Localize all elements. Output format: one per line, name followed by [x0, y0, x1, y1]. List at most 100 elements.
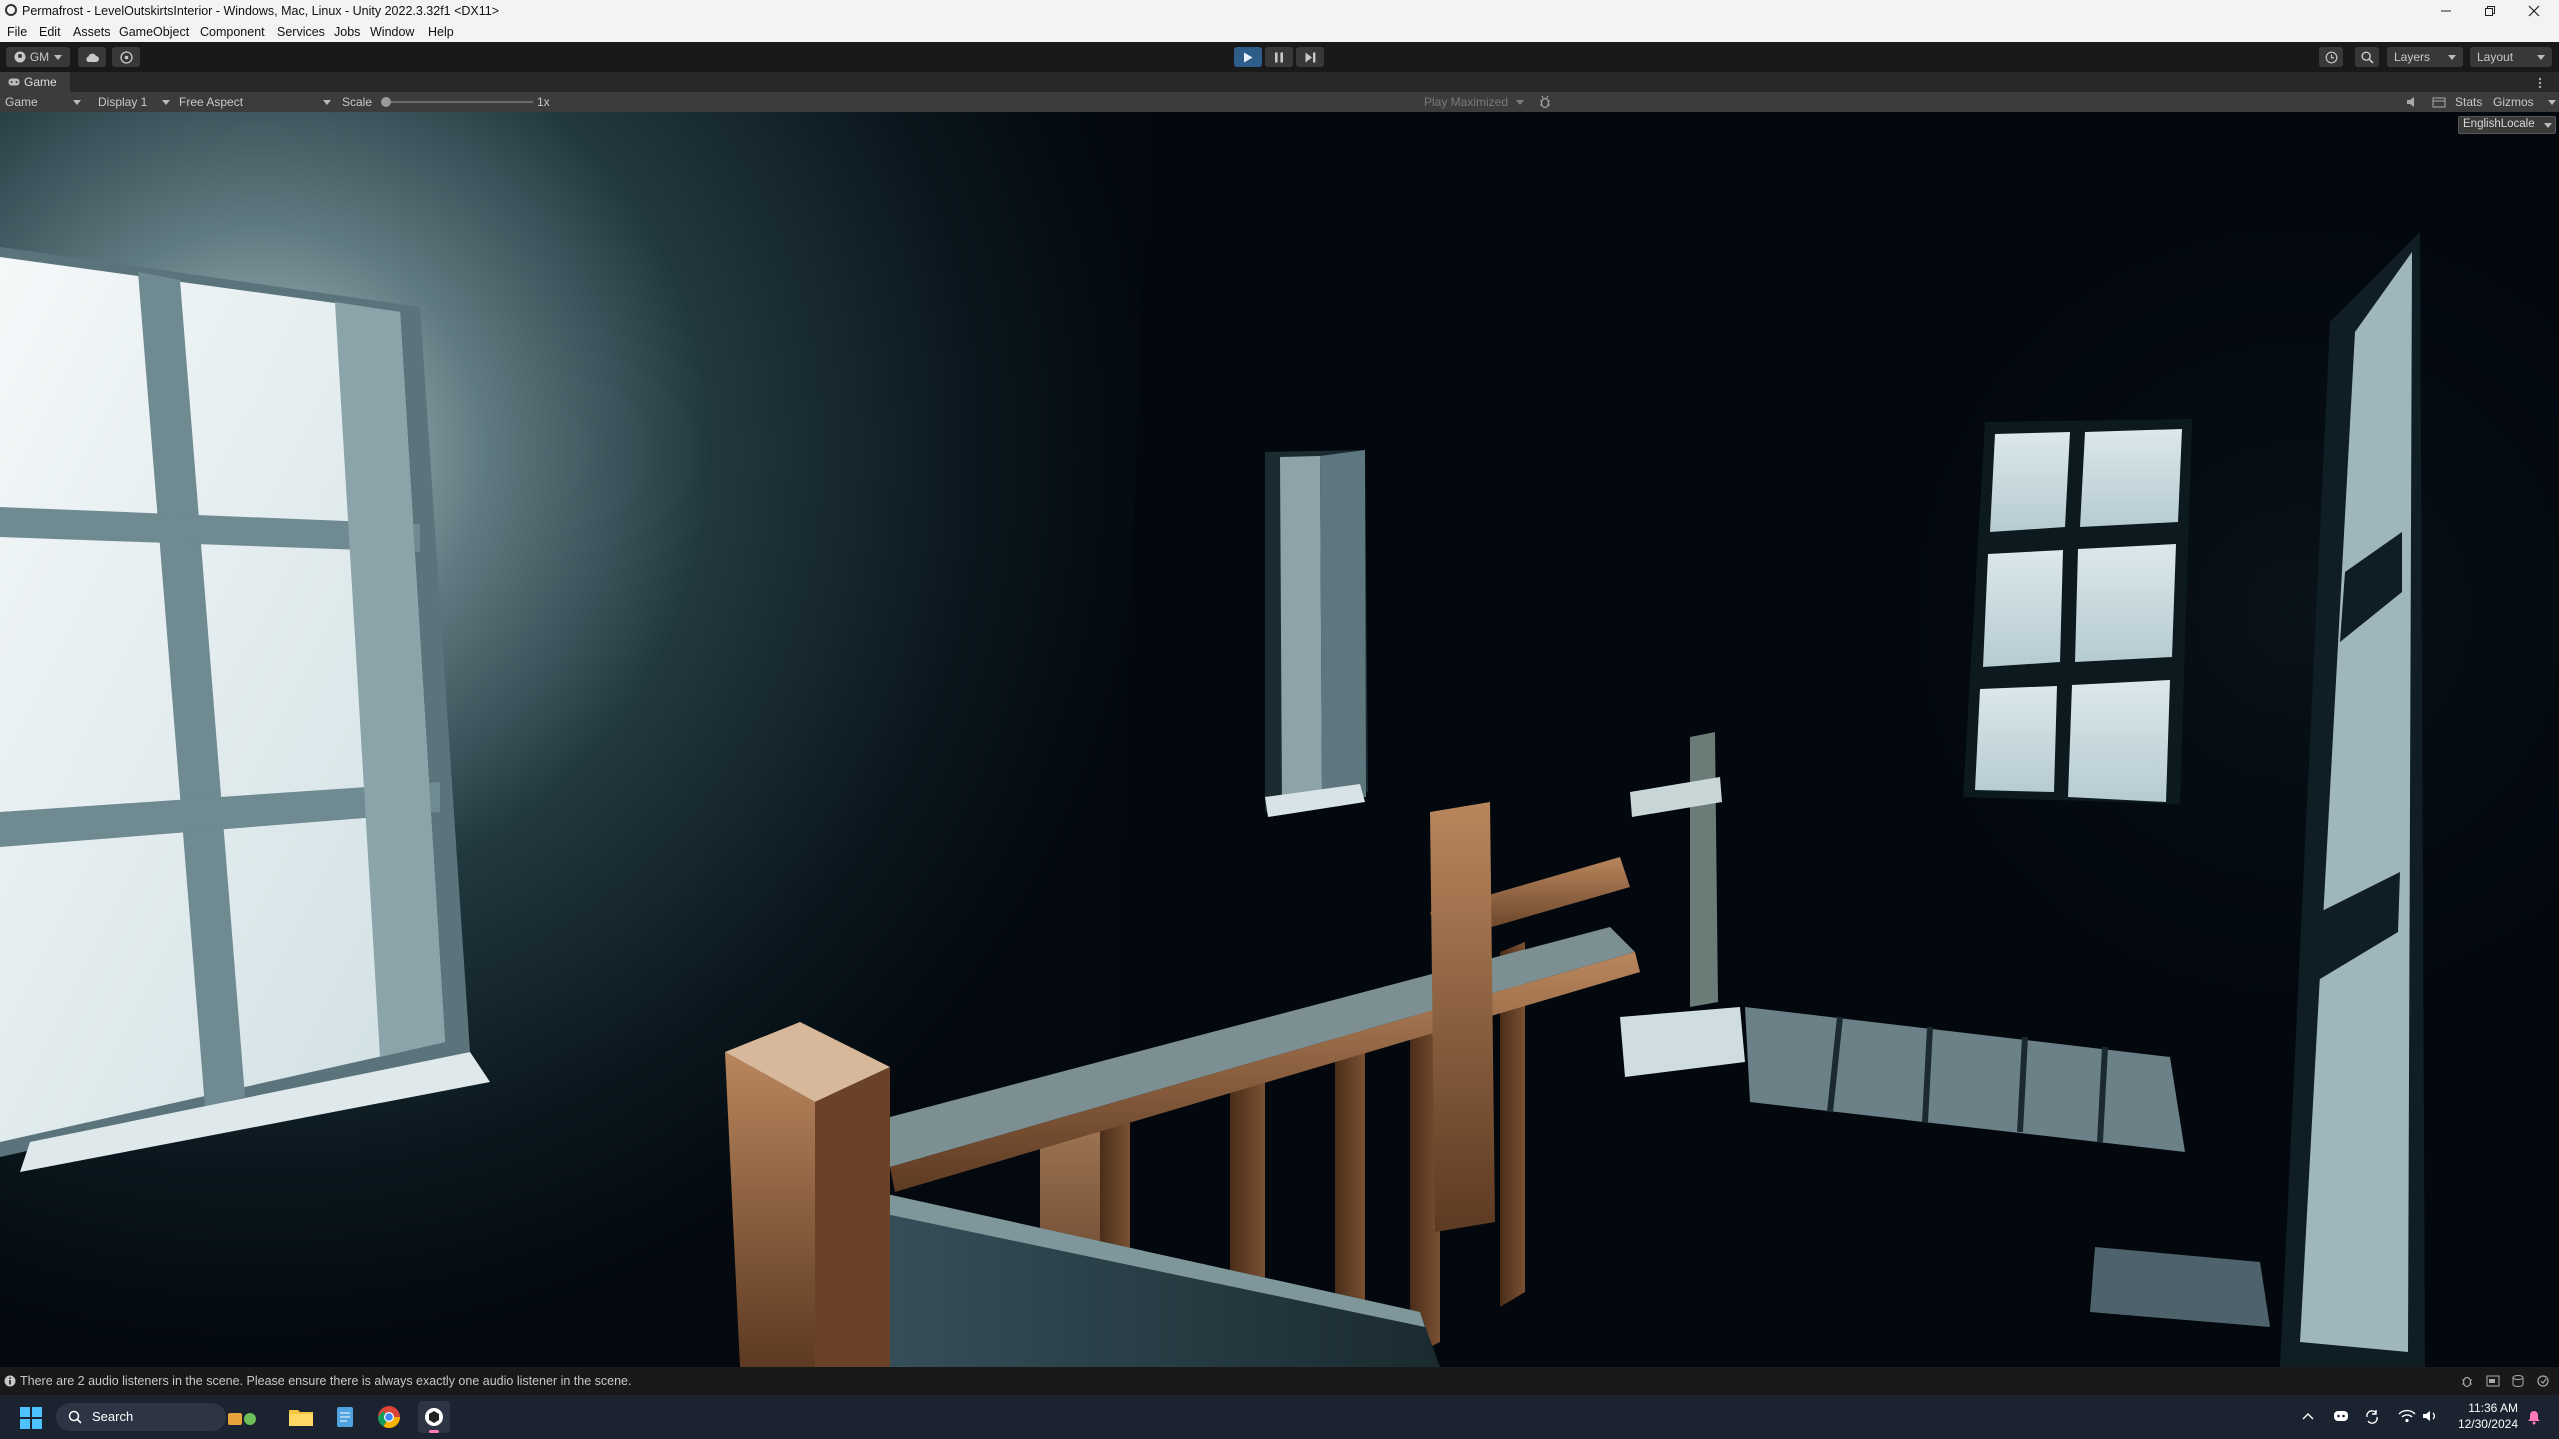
menu-assets[interactable]: Assets	[73, 25, 111, 39]
play-maximized-label: Play Maximized	[1424, 95, 1509, 109]
display-dropdown[interactable]: Display 1	[98, 95, 172, 109]
search-button[interactable]	[2355, 47, 2379, 67]
menu-help[interactable]: Help	[428, 25, 454, 39]
wifi-icon[interactable]	[2398, 1409, 2416, 1423]
active-app-indicator	[429, 1430, 439, 1433]
menu-jobs[interactable]: Jobs	[334, 25, 360, 39]
search-icon	[68, 1410, 82, 1424]
play-button[interactable]	[1234, 47, 1262, 67]
menu-file[interactable]: File	[7, 25, 27, 39]
menu-services[interactable]: Services	[277, 25, 325, 39]
chrome-icon	[378, 1406, 400, 1428]
pause-button[interactable]	[1265, 47, 1293, 67]
aspect-label: Free Aspect	[179, 95, 244, 109]
game-viewport[interactable]: EnglishLocale	[0, 112, 2559, 1367]
locale-label: EnglishLocale	[2463, 118, 2535, 130]
layout-label: Layout	[2477, 50, 2514, 64]
chevron-down-icon	[54, 54, 63, 60]
locale-dropdown[interactable]: EnglishLocale	[2458, 116, 2556, 134]
collab-button[interactable]	[112, 47, 140, 67]
chevron-down-icon	[2548, 100, 2556, 105]
audio-mute-icon[interactable]	[2405, 95, 2419, 109]
taskbar-search-box[interactable]: Search	[56, 1403, 226, 1431]
left-window	[0, 247, 490, 1172]
debug-icon[interactable]	[2460, 1374, 2474, 1388]
gizmos-dropdown[interactable]: Gizmos	[2493, 95, 2556, 109]
taskbar: Search 11:36 AM 12/30/2024	[0, 1395, 2559, 1439]
sync-icon[interactable]	[2364, 1409, 2380, 1425]
discord-icon[interactable]	[2333, 1409, 2349, 1423]
cloud-button[interactable]	[78, 47, 106, 67]
scale-label: Scale	[342, 95, 373, 109]
chevron-down-icon	[162, 100, 170, 105]
menu-window[interactable]: Window	[370, 25, 414, 39]
account-dropdown[interactable]: GM	[6, 47, 70, 67]
menu-component[interactable]: Component	[200, 25, 265, 39]
console-status-bar[interactable]: There are 2 audio listeners in the scene…	[0, 1367, 2559, 1395]
taskbar-unity[interactable]	[418, 1401, 450, 1433]
chevron-down-icon	[323, 100, 331, 105]
tab-game[interactable]: Game	[0, 72, 70, 92]
minimize-icon	[2441, 10, 2451, 12]
info-icon	[4, 1375, 16, 1387]
account-label: GM	[29, 50, 50, 64]
mid-post	[1430, 802, 1495, 1232]
step-button[interactable]	[1296, 47, 1324, 67]
middle-window	[1265, 450, 1368, 817]
chevron-down-icon	[73, 100, 81, 105]
folder-icon	[289, 1410, 313, 1426]
history-button[interactable]	[2319, 47, 2343, 67]
chevron-down-icon	[2448, 54, 2456, 60]
display-label: Display 1	[98, 95, 148, 109]
game-mode-dropdown[interactable]: Game	[5, 95, 85, 109]
layers-dropdown[interactable]: Layers	[2387, 47, 2463, 67]
status-message: There are 2 audio listeners in the scene…	[20, 1374, 632, 1388]
menu-edit[interactable]: Edit	[39, 25, 61, 39]
gizmos-label: Gizmos	[2493, 95, 2534, 109]
chevron-down-icon	[2537, 54, 2545, 60]
account-icon	[14, 51, 26, 63]
newel-post	[725, 1022, 890, 1367]
game-view-toolbar: Game Display 1 Free Aspect Scale 1x Play…	[0, 92, 2559, 112]
main-toolbar: GM Layers Layout	[0, 42, 2559, 72]
taskbar-file-explorer[interactable]	[286, 1403, 316, 1431]
game-mode-label: Game	[5, 95, 38, 109]
history-icon	[2325, 51, 2337, 63]
auto-refresh-icon[interactable]	[2536, 1374, 2550, 1388]
menu-bar: File Edit Assets GameObject Component Se…	[0, 22, 2559, 42]
restore-button[interactable]	[2468, 0, 2512, 22]
notepad-icon	[337, 1407, 353, 1427]
scale-slider-handle[interactable]	[381, 97, 391, 107]
aspect-dropdown[interactable]: Free Aspect	[179, 95, 333, 109]
progress-icon[interactable]	[2486, 1374, 2500, 1388]
stats-button[interactable]: Stats	[2455, 95, 2482, 109]
close-window-button[interactable]	[2512, 0, 2556, 22]
play-maximized-dropdown[interactable]: Play Maximized	[1424, 95, 1528, 109]
search-icon	[2360, 50, 2374, 64]
right-window	[1963, 419, 2192, 804]
bug-icon[interactable]	[1538, 95, 1552, 109]
game-scene-render	[0, 112, 2559, 1367]
taskbar-chrome[interactable]	[374, 1403, 404, 1431]
minimize-button[interactable]	[2424, 0, 2468, 22]
stats-toggle-icon[interactable]	[2432, 95, 2446, 109]
chevron-down-icon	[1516, 100, 1524, 105]
step-icon	[1305, 52, 1315, 62]
layout-dropdown[interactable]: Layout	[2470, 47, 2552, 67]
chevron-up-icon[interactable]	[2302, 1411, 2314, 1421]
search-highlight-icon	[228, 1413, 256, 1425]
notification-bell-icon[interactable]	[2526, 1409, 2542, 1425]
pause-icon	[1275, 52, 1283, 62]
menu-gameobject[interactable]: GameObject	[119, 25, 189, 39]
chevron-down-icon	[2544, 123, 2552, 128]
volume-icon[interactable]	[2422, 1409, 2440, 1423]
cache-server-icon[interactable]	[2511, 1374, 2525, 1388]
unity-logo-icon	[5, 4, 17, 16]
taskbar-notepad[interactable]	[330, 1403, 360, 1431]
window-title: Permafrost - LevelOutskirtsInterior - Wi…	[22, 4, 500, 18]
windows-start-icon[interactable]	[20, 1407, 42, 1429]
more-options-icon[interactable]	[2538, 77, 2542, 89]
scale-slider-track[interactable]	[385, 101, 533, 103]
clock-time[interactable]: 11:36 AM	[2462, 1401, 2518, 1415]
clock-date[interactable]: 12/30/2024	[2448, 1417, 2518, 1431]
